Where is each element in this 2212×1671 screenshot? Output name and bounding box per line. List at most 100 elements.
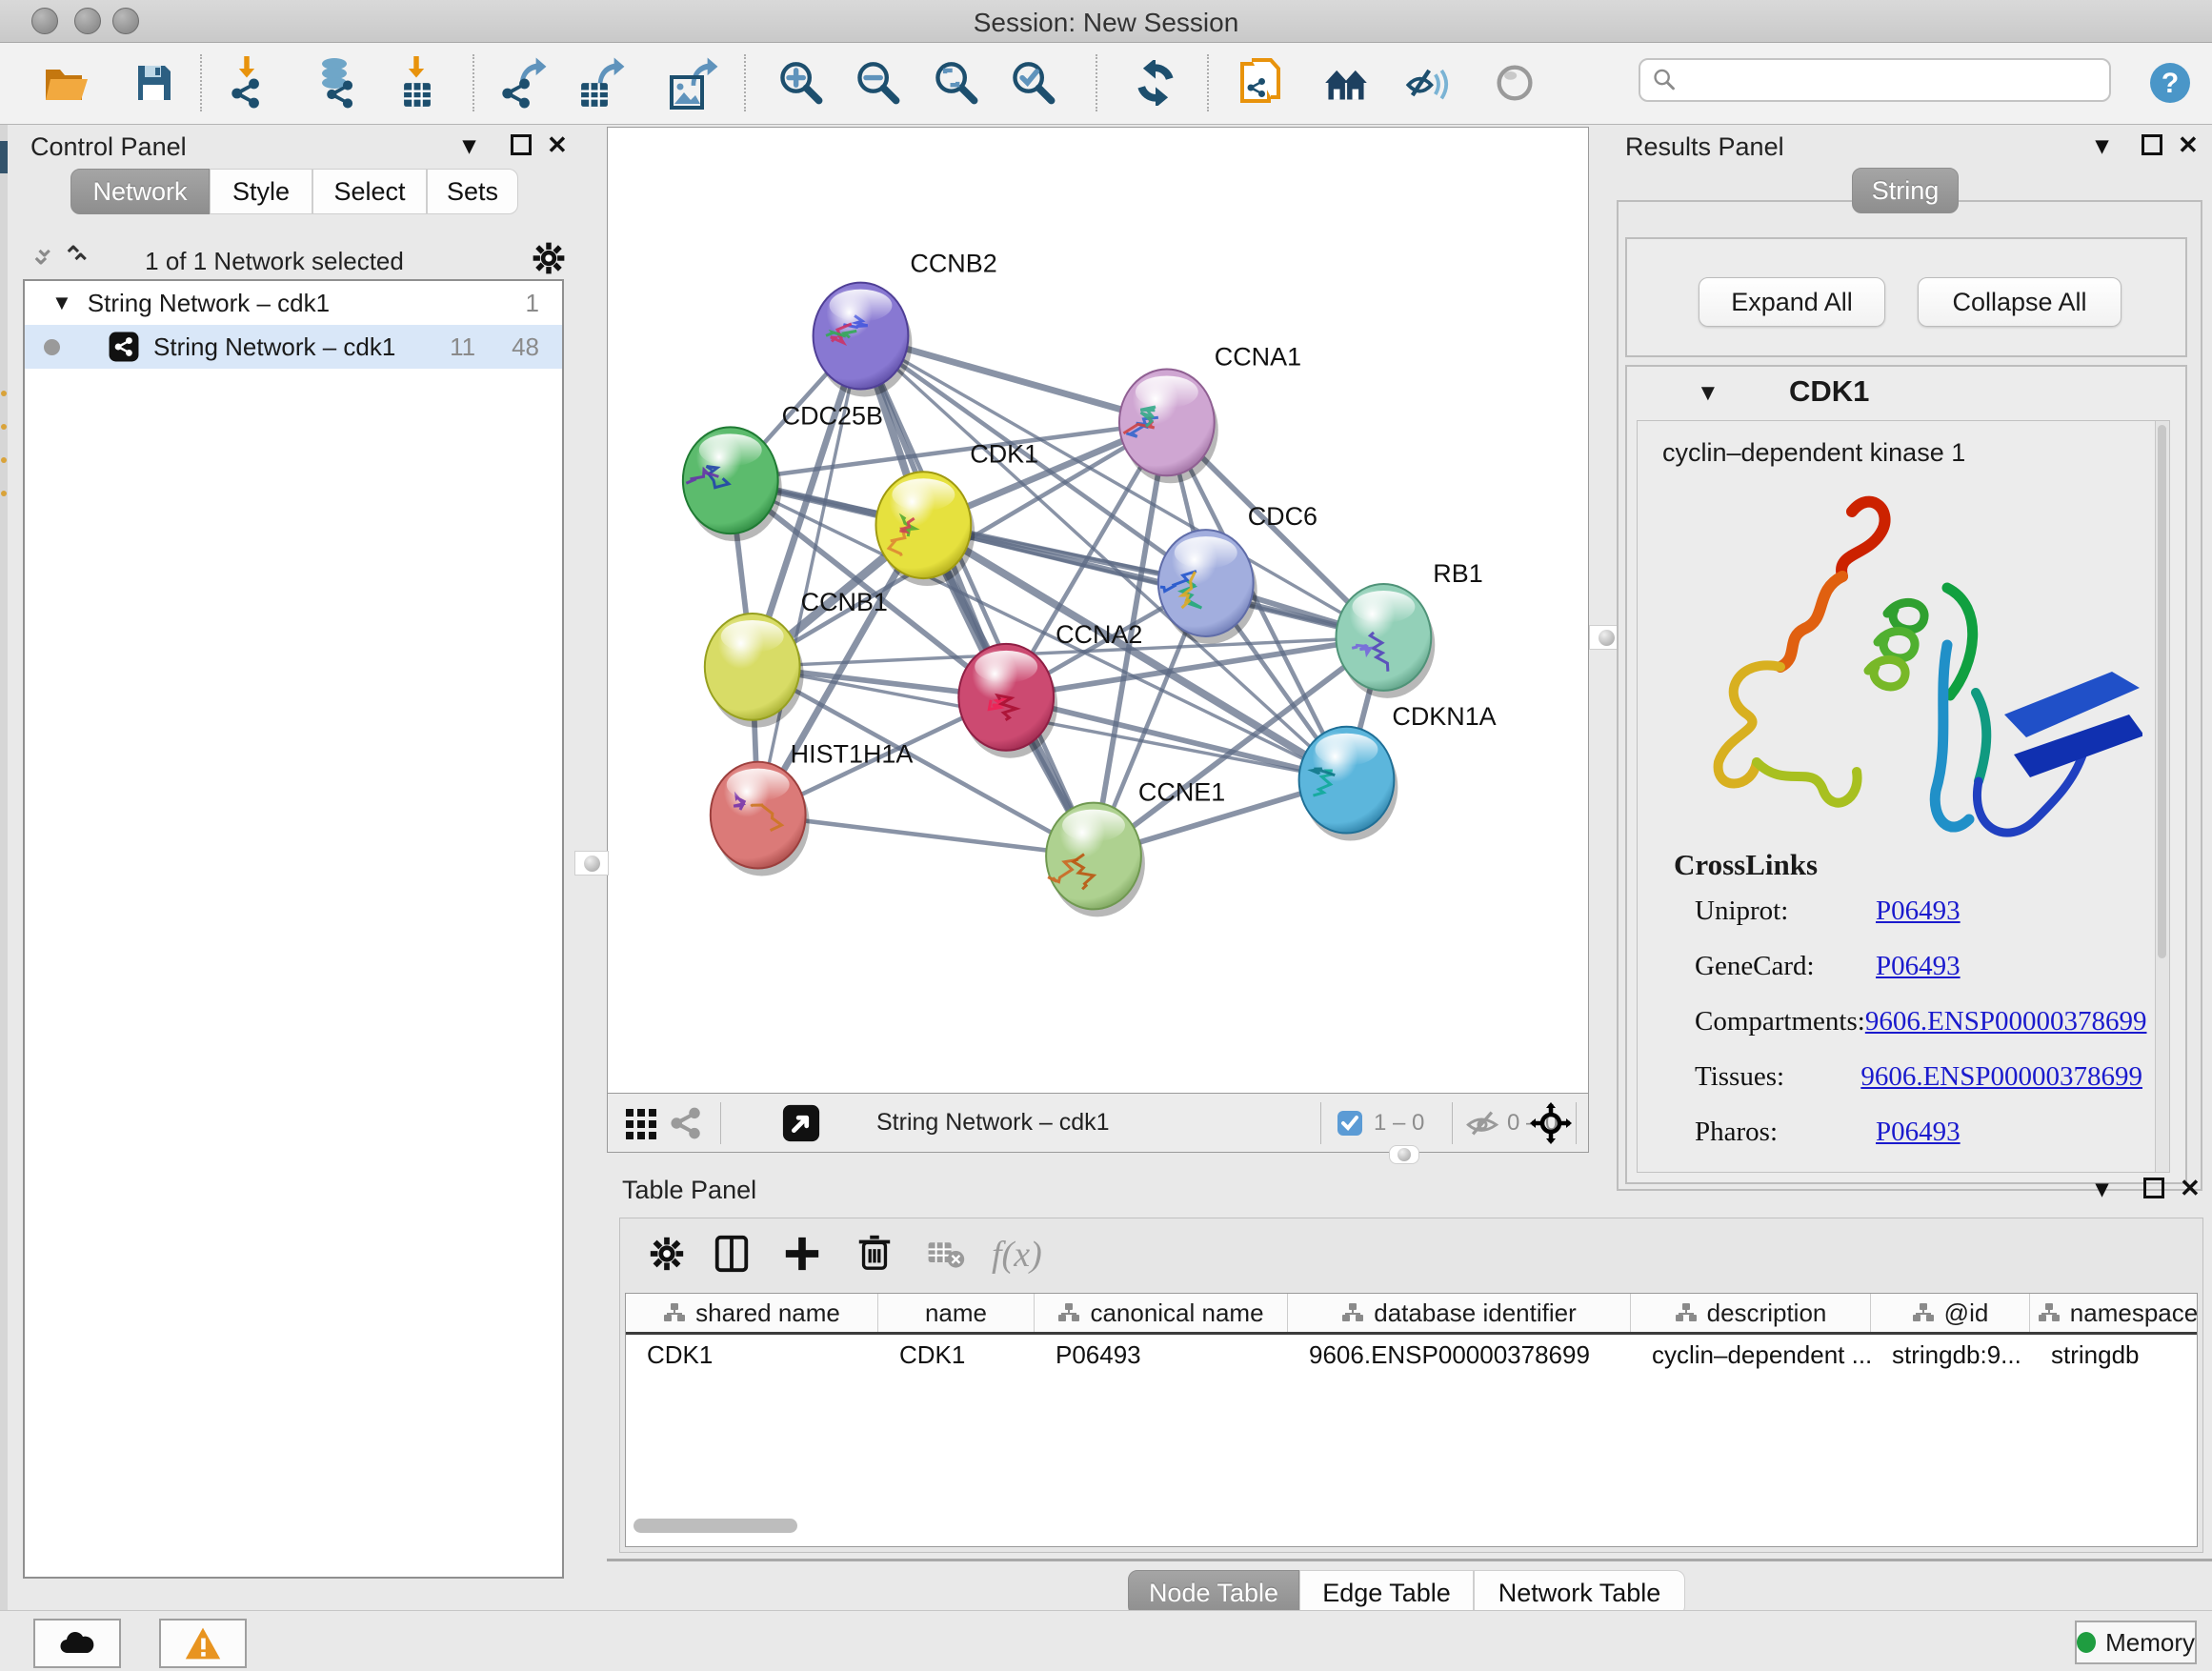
column-header-description[interactable]: description (1631, 1294, 1871, 1332)
table-panel-collapse-icon[interactable]: ▾ (2096, 1174, 2108, 1203)
zoom-selected-button[interactable] (1006, 56, 1059, 110)
cloud-icon (56, 1622, 98, 1664)
crosshair-icon[interactable] (1530, 1102, 1572, 1144)
warning-status-button[interactable] (159, 1619, 247, 1668)
tree-expand-icon[interactable]: ▼ (51, 291, 72, 315)
edge-CCNB2-CCNE1[interactable] (860, 336, 1094, 856)
tab-network[interactable]: Network (70, 169, 210, 214)
memory-button[interactable]: Memory (2075, 1621, 2197, 1664)
export-table-button[interactable] (576, 56, 630, 110)
tab-string[interactable]: String (1852, 168, 1959, 213)
column-header-name[interactable]: name (878, 1294, 1035, 1332)
network-options-gear-icon[interactable] (530, 239, 568, 277)
string-network-graph[interactable]: CCNB2CCNA1CDC25BCDK1CDC6RB1CCNB1CCNA2CDK… (608, 128, 1588, 1093)
tab-select[interactable]: Select (312, 169, 427, 214)
control-panel-close-icon[interactable]: ✕ (547, 131, 568, 160)
zoom-out-button[interactable] (851, 56, 904, 110)
hidden-eye-slash-icon[interactable] (1465, 1106, 1499, 1140)
save-session-button[interactable] (127, 56, 180, 110)
column-header-database-identifier[interactable]: database identifier (1288, 1294, 1631, 1332)
shared-column-icon (663, 1302, 686, 1323)
node-label-CDK1: CDK1 (970, 439, 1038, 468)
node-CDC6[interactable]: CDC6 (1158, 502, 1317, 644)
node-CCNE1[interactable]: CCNE1 (1046, 778, 1225, 917)
node-RB1[interactable]: RB1 (1337, 559, 1483, 698)
tab-node-table[interactable]: Node Table (1128, 1570, 1299, 1616)
delete-table-icon[interactable] (927, 1239, 965, 1270)
grid-view-icon[interactable] (625, 1108, 657, 1140)
eye-slash-arcs-icon (1403, 60, 1451, 106)
network-collection-label: String Network – cdk1 (88, 289, 330, 318)
left-splitter-handle[interactable] (574, 851, 609, 876)
import-table-file-button[interactable] (390, 56, 443, 110)
crosslink-link[interactable]: 9606.ENSP00000378699 (1860, 1061, 2142, 1093)
gene-expand-icon[interactable]: ▼ (1697, 380, 1719, 407)
tab-network-table[interactable]: Network Table (1474, 1570, 1685, 1616)
results-scrollbar[interactable] (2155, 421, 2169, 1172)
share-view-icon[interactable] (669, 1106, 703, 1140)
string-sphere-button[interactable] (1488, 56, 1541, 110)
search-field[interactable] (1639, 58, 2111, 102)
refresh-button[interactable] (1129, 56, 1182, 110)
gene-description: cyclin–dependent kinase 1 (1662, 438, 1965, 468)
network-tree-parent-row[interactable]: ▼ String Network – cdk1 1 (25, 281, 562, 325)
table-horizontal-scrollbar[interactable] (633, 1519, 797, 1533)
open-session-button[interactable] (40, 56, 93, 110)
table-panel-close-icon[interactable]: ✕ (2180, 1174, 2201, 1203)
crosslink-link[interactable]: P06493 (1876, 1117, 1961, 1148)
string-glass-toggle-button[interactable] (1400, 56, 1454, 110)
crosslink-row: Tissues:9606.ENSP00000378699 (1695, 1061, 2142, 1093)
shared-column-icon (1912, 1302, 1935, 1323)
birdseye-view-icon[interactable] (781, 1103, 821, 1143)
string-home-button[interactable] (1319, 56, 1373, 110)
column-header-canonical-name[interactable]: canonical name (1035, 1294, 1288, 1332)
tab-style[interactable]: Style (210, 169, 312, 214)
control-panel-float-icon[interactable] (511, 134, 532, 155)
column-header-namespace[interactable]: namespace (2030, 1294, 2198, 1332)
table-row[interactable]: CDK1CDK1P064939606.ENSP00000378699cyclin… (626, 1335, 2197, 1375)
network-view-toolbar: String Network – cdk1 1 – 0 0 – 0 (607, 1094, 1589, 1153)
string-import-button[interactable] (1235, 56, 1288, 110)
results-panel-float-icon[interactable] (2142, 134, 2162, 155)
node-label-CCNA2: CCNA2 (1056, 620, 1142, 649)
export-image-button[interactable] (668, 56, 721, 110)
cloud-status-button[interactable] (33, 1619, 121, 1668)
help-button[interactable]: ? (2143, 56, 2197, 110)
control-panel-collapse-icon[interactable]: ▾ (463, 131, 475, 160)
add-column-icon[interactable] (782, 1234, 822, 1274)
crosslink-link[interactable]: P06493 (1876, 951, 1961, 982)
expand-all-button[interactable]: Expand All (1699, 277, 1885, 327)
zoom-in-icon (777, 60, 823, 106)
column-header-shared-name[interactable]: shared name (626, 1294, 878, 1332)
zoom-fit-button[interactable] (929, 56, 982, 110)
node-CDKN1A[interactable]: CDKN1A (1299, 702, 1497, 841)
crosslink-row: Compartments:9606.ENSP00000378699 (1695, 1006, 2142, 1037)
crosslink-link[interactable]: P06493 (1876, 896, 1961, 927)
zoom-in-button[interactable] (774, 56, 827, 110)
node-HIST1H1A[interactable]: HIST1H1A (711, 740, 914, 876)
results-panel-close-icon[interactable]: ✕ (2178, 131, 2199, 160)
collapse-all-button[interactable]: Collapse All (1918, 277, 2122, 327)
crosslink-label: Uniprot: (1695, 896, 1876, 927)
show-columns-icon[interactable] (712, 1234, 752, 1274)
network-tree-child-row[interactable]: String Network – cdk1 11 48 (25, 325, 562, 369)
import-network-database-button[interactable] (312, 56, 365, 110)
function-builder-fx[interactable]: f(x) (992, 1234, 1042, 1276)
results-panel-collapse-icon[interactable]: ▾ (2096, 131, 2108, 160)
selected-checkbox-icon[interactable] (1337, 1110, 1363, 1137)
column-header--id[interactable]: @id (1871, 1294, 2030, 1332)
table-settings-gear-icon[interactable] (647, 1234, 687, 1274)
edge-CDK1-RB1[interactable] (923, 525, 1383, 637)
delete-column-icon[interactable] (855, 1232, 895, 1272)
export-network-button[interactable] (498, 56, 552, 110)
node-label-CCNE1: CCNE1 (1138, 778, 1225, 807)
tab-edge-table[interactable]: Edge Table (1299, 1570, 1474, 1616)
export-table-icon (576, 56, 630, 110)
node-label-CCNB2: CCNB2 (910, 250, 996, 278)
node-CCNB1[interactable]: CCNB1 (705, 588, 888, 728)
tab-sets[interactable]: Sets (427, 169, 518, 214)
table-panel-float-icon[interactable] (2143, 1178, 2164, 1198)
crosslink-link[interactable]: 9606.ENSP00000378699 (1865, 1006, 2147, 1037)
network-view-canvas[interactable]: CCNB2CCNA1CDC25BCDK1CDC6RB1CCNB1CCNA2CDK… (607, 127, 1589, 1094)
import-network-file-button[interactable] (220, 56, 273, 110)
